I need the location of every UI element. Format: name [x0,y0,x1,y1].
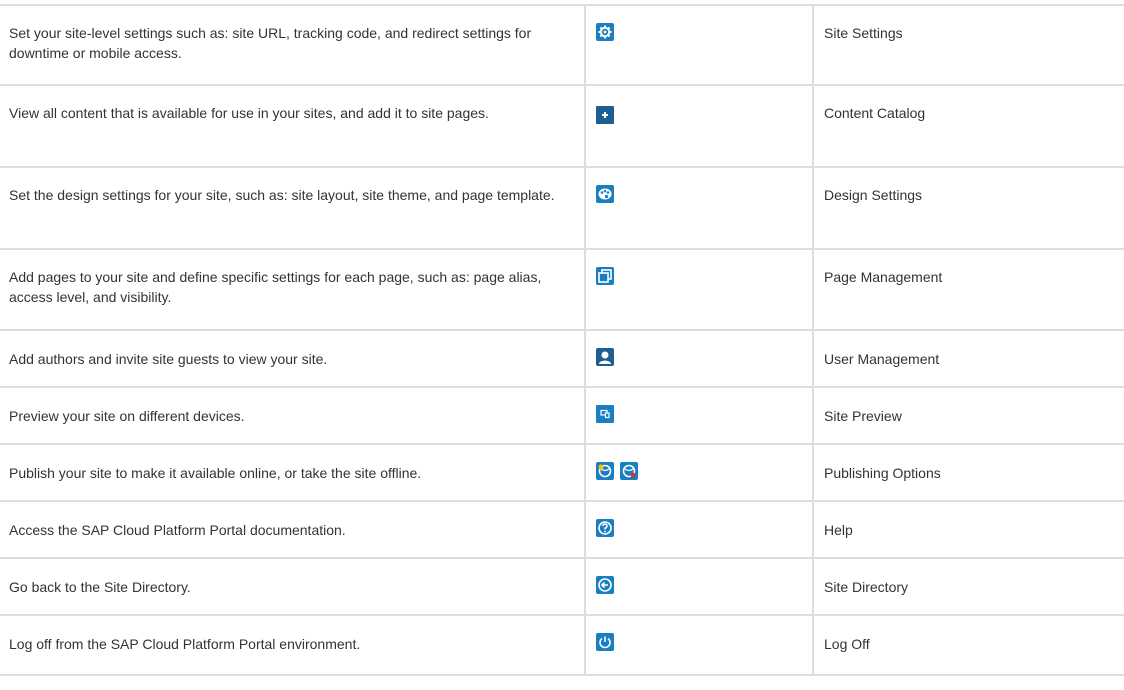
plus-icon [596,106,614,124]
icon-cell [584,443,814,502]
palette-icon [596,185,614,203]
help-icon [596,519,614,537]
tool-name-cell: Page Management [812,248,1124,331]
table-row: Set your site-level settings such as: si… [0,4,1124,86]
table-row: Log off from the SAP Cloud Platform Port… [0,614,1124,676]
icon-cell [584,614,814,676]
icon-cell [584,84,814,168]
tool-name-cell: Publishing Options [812,443,1124,502]
description-cell: Go back to the Site Directory. [0,557,586,616]
icon-cell [584,166,814,250]
description-cell: Access the SAP Cloud Platform Portal doc… [0,500,586,559]
table-row: View all content that is available for u… [0,84,1124,168]
table-row: Access the SAP Cloud Platform Portal doc… [0,500,1124,559]
table-row: Set the design settings for your site, s… [0,166,1124,250]
icon-cell [584,329,814,388]
tool-name-cell: Site Preview [812,386,1124,445]
description-cell: Add authors and invite site guests to vi… [0,329,586,388]
tool-name-cell: Design Settings [812,166,1124,250]
devices-icon [596,405,614,423]
tool-name-cell: Content Catalog [812,84,1124,168]
globe-publish-icon [596,462,614,480]
icon-cell [584,4,814,86]
tool-name-cell: Log Off [812,614,1124,676]
description-cell: Add pages to your site and define specif… [0,248,586,331]
table-row: Preview your site on different devices. … [0,386,1124,445]
icon-cell [584,248,814,331]
tool-name-cell: User Management [812,329,1124,388]
table-row: Go back to the Site Directory. Site Dire… [0,557,1124,616]
tool-name-cell: Site Settings [812,4,1124,86]
description-cell: View all content that is available for u… [0,84,586,168]
tool-name-cell: Site Directory [812,557,1124,616]
description-cell: Log off from the SAP Cloud Platform Port… [0,614,586,676]
pages-icon [596,267,614,285]
icon-cell [584,557,814,616]
gear-icon [596,23,614,41]
table-row: Add pages to your site and define specif… [0,248,1124,331]
tools-table: Set your site-level settings such as: si… [0,4,1124,676]
globe-offline-icon [620,462,638,480]
user-icon [596,348,614,366]
description-cell: Set your site-level settings such as: si… [0,4,586,86]
tool-name-cell: Help [812,500,1124,559]
description-cell: Set the design settings for your site, s… [0,166,586,250]
log-off-icon [596,633,614,651]
icon-cell [584,386,814,445]
table-row: Publish your site to make it available o… [0,443,1124,502]
description-cell: Publish your site to make it available o… [0,443,586,502]
back-icon [596,576,614,594]
description-cell: Preview your site on different devices. [0,386,586,445]
table-row: Add authors and invite site guests to vi… [0,329,1124,388]
icon-cell [584,500,814,559]
